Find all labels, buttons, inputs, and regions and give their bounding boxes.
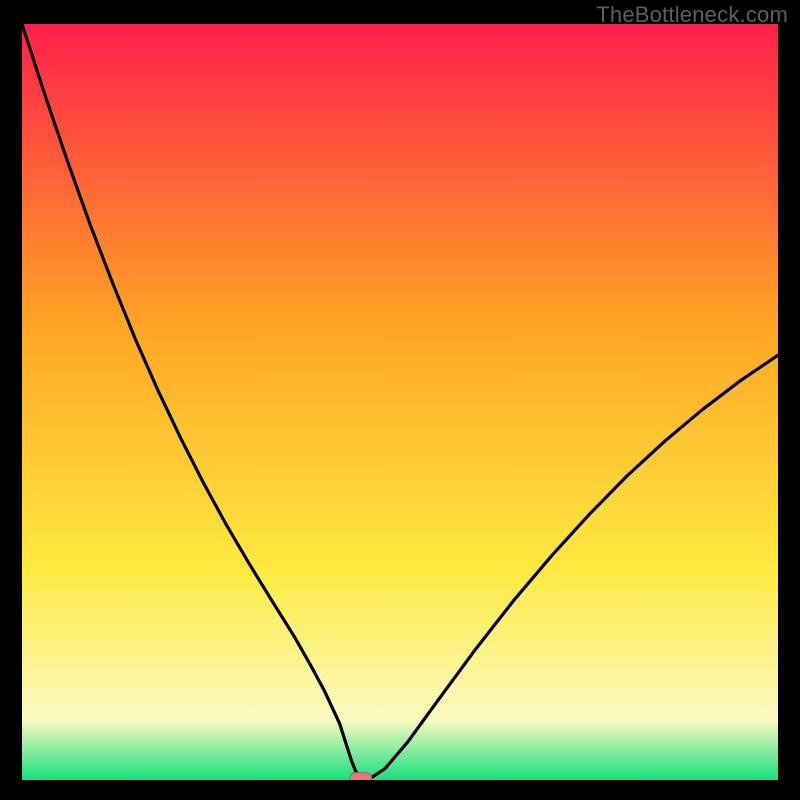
gradient-background [22, 24, 778, 780]
chart-frame: TheBottleneck.com [0, 0, 800, 800]
bottleneck-chart [22, 24, 778, 780]
watermark-text: TheBottleneck.com [596, 2, 788, 28]
optimal-point-marker [350, 773, 372, 780]
